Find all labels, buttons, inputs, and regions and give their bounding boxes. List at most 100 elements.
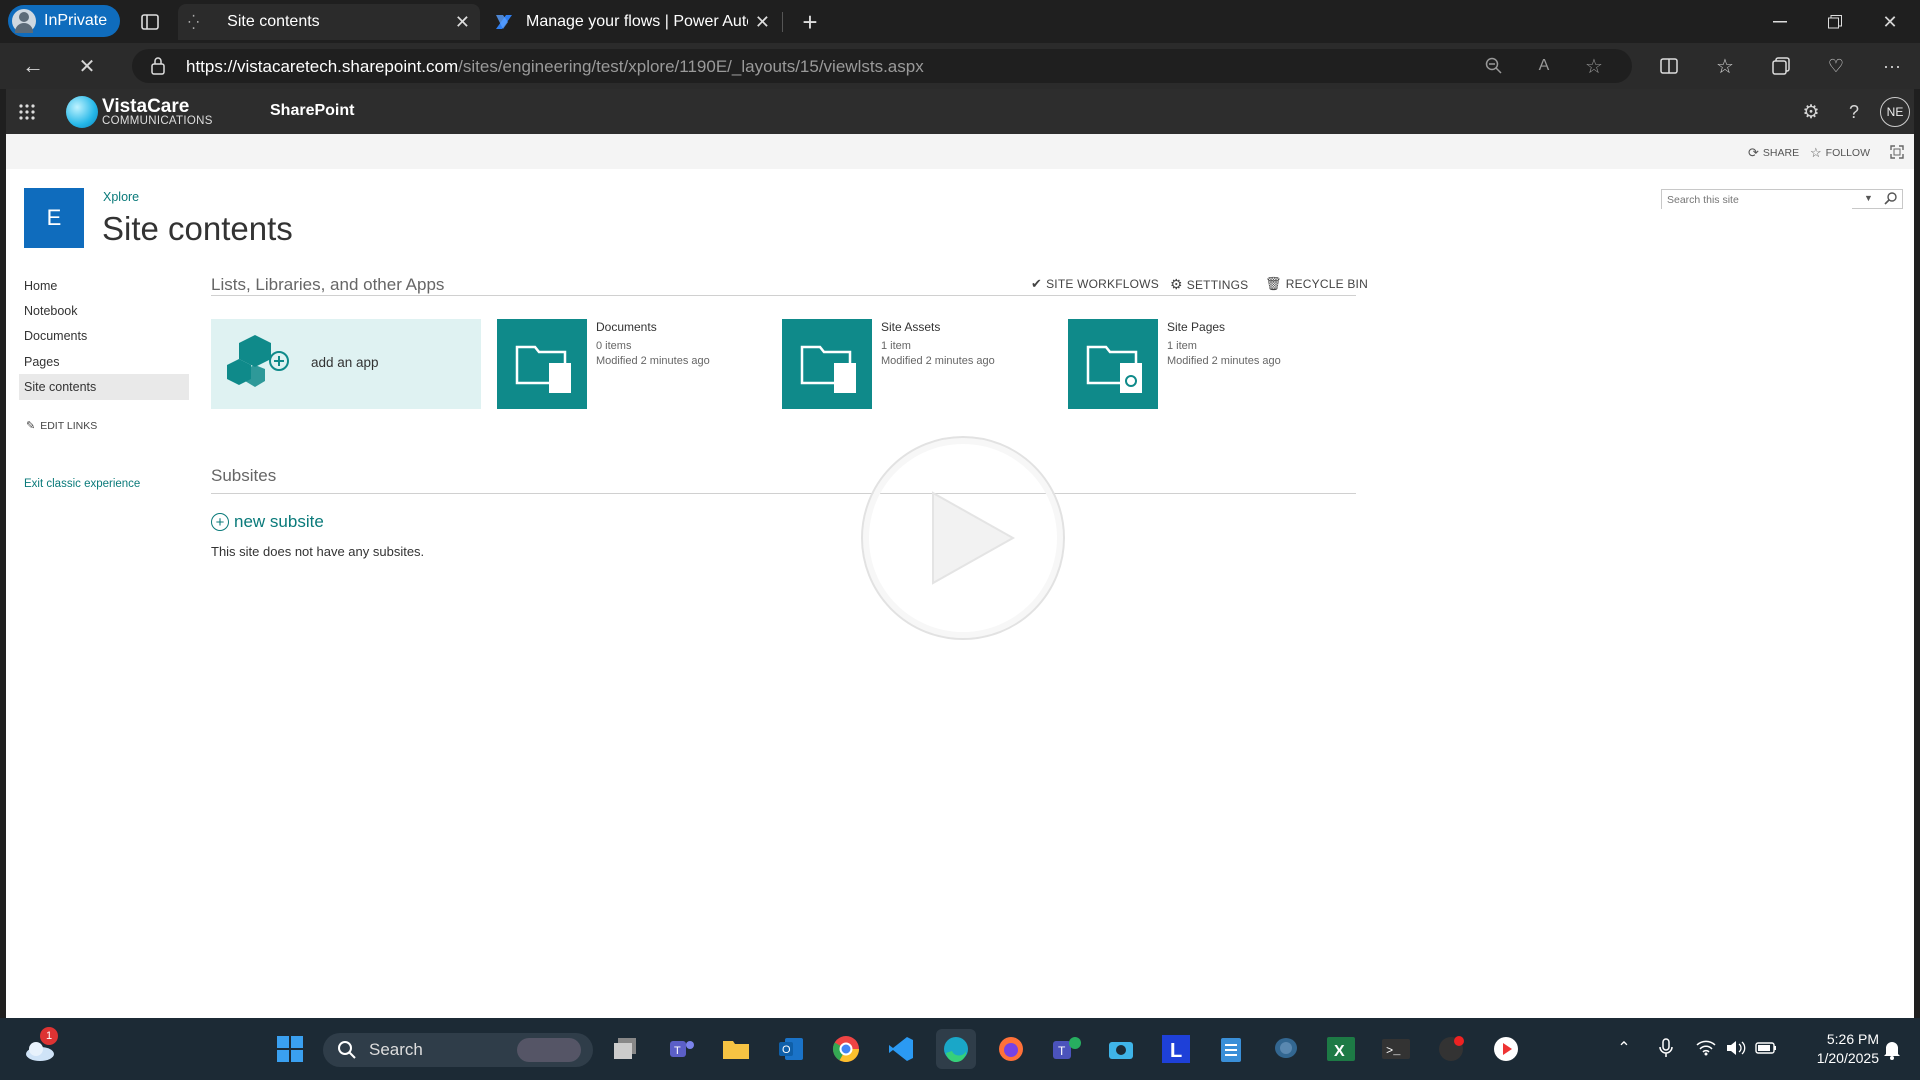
nav-site-contents[interactable]: Site contents: [19, 374, 189, 400]
media-player-icon[interactable]: [1486, 1029, 1526, 1069]
vscode-icon[interactable]: [881, 1029, 921, 1069]
wifi-icon[interactable]: [1694, 1036, 1718, 1060]
notification-bell-icon[interactable]: [1880, 1038, 1904, 1062]
chrome-icon[interactable]: [826, 1029, 866, 1069]
breadcrumb[interactable]: Xplore: [103, 190, 139, 204]
share-icon: ⟳: [1748, 145, 1759, 160]
app-name[interactable]: SharePoint: [270, 102, 354, 120]
minimize-icon[interactable]: [1760, 6, 1800, 38]
power-automate-icon: [496, 15, 512, 29]
site-pages-tile-icon[interactable]: [1068, 319, 1158, 409]
app-title[interactable]: Documents: [596, 320, 710, 334]
edge-icon[interactable]: [936, 1029, 976, 1069]
browser-toolbar: ← ✕ https://vistacaretech.sharepoint.com…: [0, 43, 1920, 89]
focus-mode-icon[interactable]: [1888, 143, 1906, 161]
tab-actions-icon[interactable]: [136, 8, 164, 36]
edit-links-button[interactable]: ✎ EDIT LINKS: [26, 419, 97, 433]
share-button[interactable]: ⟳ SHARE: [1748, 145, 1799, 161]
address-bar[interactable]: https://vistacaretech.sharepoint.com/sit…: [132, 49, 1632, 83]
play-overlay-icon[interactable]: [861, 436, 1065, 640]
url-path: /sites/engineering/test/xplore/1190E/_la…: [458, 57, 924, 76]
app-launcher-icon[interactable]: [12, 97, 42, 127]
back-icon[interactable]: ←: [16, 50, 50, 82]
split-screen-icon[interactable]: [1655, 52, 1683, 80]
site-search-input[interactable]: [1662, 191, 1852, 209]
nav-site-contents-label: Site contents: [24, 380, 97, 394]
nav-pages[interactable]: Pages: [24, 355, 59, 369]
restore-icon[interactable]: [1815, 6, 1855, 38]
settings-gear-icon[interactable]: ⚙: [1796, 97, 1826, 127]
clock-time: 5:26 PM: [1826, 1031, 1879, 1047]
user-avatar[interactable]: NE: [1880, 97, 1910, 127]
recycle-bin-button[interactable]: 🗑︎ RECYCLE BIN: [1265, 276, 1368, 292]
site-logo[interactable]: E: [24, 188, 84, 248]
url-text[interactable]: https://vistacaretech.sharepoint.com/sit…: [186, 57, 924, 77]
taskbar-search-label: Search: [369, 1040, 423, 1059]
excel-icon[interactable]: X: [1321, 1029, 1361, 1069]
svg-text:>_: >_: [1386, 1044, 1401, 1058]
weather-widget-icon[interactable]: 1: [20, 1027, 60, 1069]
nav-home[interactable]: Home: [24, 279, 57, 293]
collections-icon[interactable]: [1767, 52, 1795, 80]
more-options-icon[interactable]: ···: [1878, 52, 1906, 80]
site-assets-tile-icon[interactable]: [782, 319, 872, 409]
inprivate-label: InPrivate: [44, 12, 108, 29]
close-tab-icon[interactable]: ✕: [755, 12, 770, 33]
show-hidden-icons-icon[interactable]: ⌃: [1612, 1036, 1636, 1060]
taskbar-search[interactable]: Search: [323, 1033, 593, 1067]
help-icon[interactable]: ?: [1839, 97, 1869, 127]
site-logo-letter: E: [46, 205, 62, 230]
task-view-icon[interactable]: [606, 1029, 646, 1069]
zoom-out-icon[interactable]: [1482, 54, 1506, 78]
exit-classic-link[interactable]: Exit classic experience: [24, 478, 140, 490]
company-logo[interactable]: VistaCare COMMUNICATIONS: [66, 95, 213, 129]
site-assets-info: Site Assets 1 item Modified 2 minutes ag…: [881, 320, 995, 367]
inprivate-badge[interactable]: InPrivate: [8, 5, 120, 37]
favorites-icon[interactable]: ☆: [1711, 52, 1739, 80]
outlook-icon[interactable]: O: [771, 1029, 811, 1069]
teams-icon[interactable]: T: [662, 1029, 702, 1069]
clock[interactable]: 5:26 PM 1/20/2025: [1795, 1030, 1879, 1068]
camera-icon[interactable]: [1101, 1029, 1141, 1069]
new-subsite-label: new subsite: [234, 512, 324, 531]
notepad-icon[interactable]: [1211, 1029, 1251, 1069]
settings-button[interactable]: ⚙ SETTINGS: [1170, 276, 1248, 293]
documents-tile-icon[interactable]: [497, 319, 587, 409]
l-app-icon[interactable]: L: [1156, 1029, 1196, 1069]
stop-loading-icon[interactable]: ✕: [70, 50, 104, 82]
site-search-box[interactable]: ▼: [1661, 189, 1903, 209]
app-modified: Modified 2 minutes ago: [596, 355, 710, 367]
nav-notebook[interactable]: Notebook: [24, 304, 78, 318]
page-title: Site contents: [102, 210, 293, 247]
terminal-icon[interactable]: >_: [1376, 1029, 1416, 1069]
search-icon[interactable]: [1884, 191, 1898, 210]
tab-power-automate[interactable]: Manage your flows | Power Autom ✕: [484, 4, 780, 40]
microphone-icon[interactable]: [1654, 1036, 1678, 1060]
postgres-icon[interactable]: [1266, 1029, 1306, 1069]
new-subsite-link[interactable]: + new subsite: [211, 512, 324, 532]
follow-button[interactable]: ☆ FOLLOW: [1810, 145, 1870, 161]
close-tab-icon[interactable]: ✕: [455, 12, 470, 33]
close-window-icon[interactable]: ✕: [1870, 6, 1910, 38]
sharepoint-page: ⟳SHARE ☆FOLLOW E Xplore Site contents ▼ …: [6, 134, 1914, 1018]
site-workflows-button[interactable]: ✔ SITE WORKFLOWS: [1031, 276, 1159, 292]
favorite-star-icon[interactable]: ☆: [1582, 54, 1606, 78]
teams-work-icon[interactable]: T: [1046, 1029, 1086, 1069]
read-aloud-icon[interactable]: A: [1532, 54, 1556, 78]
tab-site-contents[interactable]: ⁛ Site contents ✕: [178, 4, 480, 40]
new-tab-icon[interactable]: +: [794, 6, 826, 38]
obs-icon[interactable]: [1431, 1029, 1471, 1069]
volume-icon[interactable]: [1724, 1036, 1748, 1060]
start-button[interactable]: [270, 1029, 310, 1069]
trash-icon: 🗑︎: [1265, 276, 1282, 291]
app-title[interactable]: Site Assets: [881, 320, 995, 334]
nav-documents[interactable]: Documents: [24, 329, 87, 343]
search-scope-dropdown-icon[interactable]: ▼: [1864, 193, 1873, 203]
file-explorer-icon[interactable]: [716, 1029, 756, 1069]
app-title[interactable]: Site Pages: [1167, 320, 1281, 334]
browser-essentials-icon[interactable]: ♡: [1822, 52, 1850, 80]
battery-icon[interactable]: [1754, 1036, 1778, 1060]
loading-tab-icon: ⁛: [188, 13, 200, 30]
firefox-icon[interactable]: [991, 1029, 1031, 1069]
add-an-app-tile[interactable]: add an app: [211, 319, 481, 409]
